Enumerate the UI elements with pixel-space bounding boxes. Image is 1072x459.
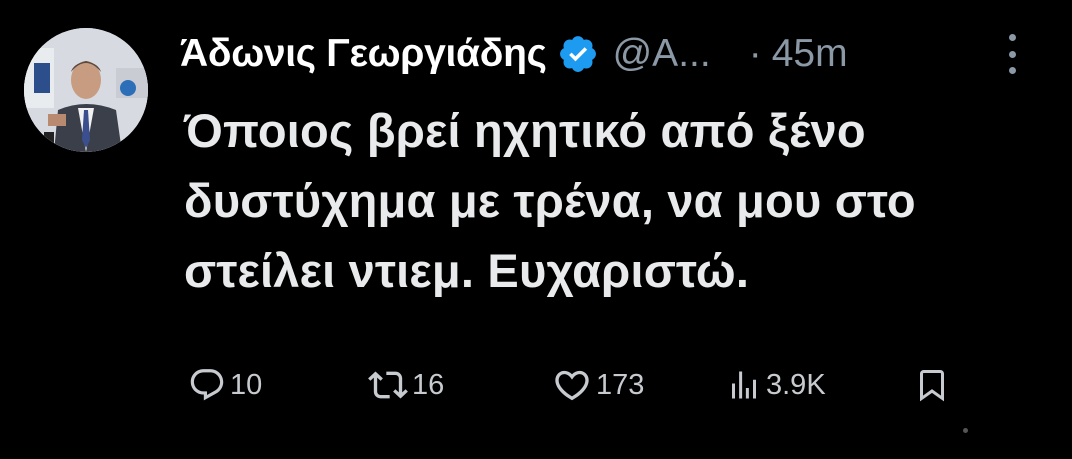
like-count: 173 — [596, 368, 645, 401]
verified-badge-icon — [557, 33, 599, 75]
like-icon — [555, 370, 589, 401]
avatar[interactable] — [24, 28, 148, 152]
timestamp[interactable]: 45m — [772, 32, 848, 76]
decorative-dot — [963, 428, 968, 433]
tweet-text: Όποιος βρεί ηχητικό από ξένο δυστύχημα μ… — [184, 96, 1024, 306]
tweet-header: Άδωνις Γεωργιάδης @A... · 45m — [180, 26, 848, 82]
tweet-card[interactable]: Άδωνις Γεωργιάδης @A... · 45m Όποιος βρε… — [0, 0, 1072, 459]
like-button[interactable]: 173 — [552, 360, 644, 410]
retweet-icon — [368, 371, 408, 399]
retweet-button[interactable]: 16 — [368, 360, 444, 410]
reply-count: 10 — [230, 368, 263, 401]
author-handle[interactable]: @A... — [613, 32, 711, 76]
tweet-text-line: στείλει ντιεμ. Ευχαριστώ. — [184, 244, 750, 297]
avatar-image — [24, 28, 148, 152]
reply-button[interactable]: 10 — [188, 360, 262, 410]
views-count: 3.9K — [766, 368, 826, 401]
author-display-name[interactable]: Άδωνις Γεωργιάδης — [180, 32, 547, 76]
tweet-text-line: δυστύχημα με τρένα, να μου στο — [184, 174, 916, 227]
separator-dot: · — [748, 32, 762, 75]
more-options-icon[interactable] — [1000, 34, 1024, 74]
retweet-count: 16 — [412, 368, 445, 401]
reply-icon — [190, 369, 224, 401]
bookmark-icon — [920, 370, 944, 402]
views-button[interactable]: 3.9K — [726, 360, 826, 410]
action-bar: 10 16 173 3.9K — [188, 360, 948, 410]
tweet-text-line: Όποιος βρεί ηχητικό από ξένο — [184, 104, 866, 157]
bookmark-button[interactable] — [914, 360, 950, 410]
views-icon — [732, 371, 756, 399]
